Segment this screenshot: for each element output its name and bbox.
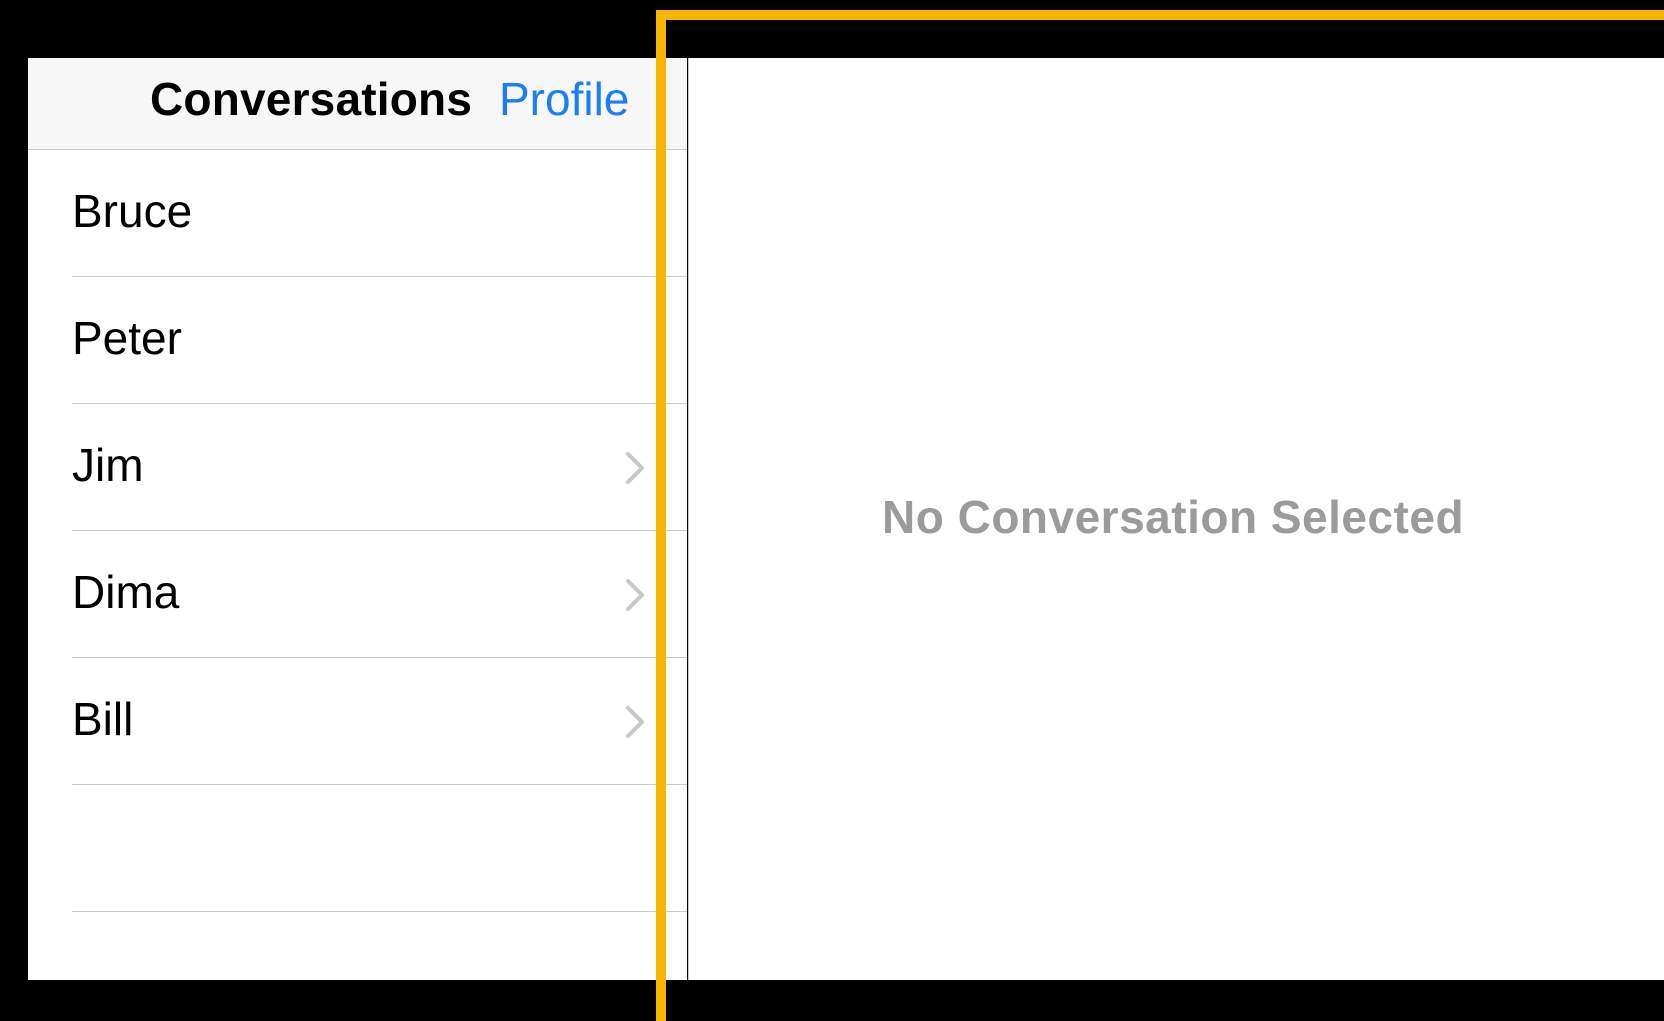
conversation-row-dima[interactable]: Dima — [28, 531, 687, 658]
conversation-name: Dima — [72, 566, 180, 618]
conversations-master-pane: Conversations Profile Bruce Peter Jim Di… — [28, 58, 687, 980]
conversation-name: Jim — [72, 439, 144, 491]
conversation-row-bruce[interactable]: Bruce — [28, 150, 687, 277]
conversation-name: Bruce — [72, 185, 193, 237]
chevron-right-icon — [626, 452, 644, 484]
chevron-right-icon — [626, 579, 644, 611]
conversation-row-bill[interactable]: Bill — [28, 658, 687, 785]
conversation-name: Bill — [72, 693, 134, 745]
conversation-list: Bruce Peter Jim Dima Bill — [28, 150, 687, 912]
conversation-name: Peter — [72, 312, 182, 364]
empty-list-row — [28, 785, 687, 912]
page-title: Conversations — [150, 73, 473, 125]
profile-button[interactable]: Profile — [499, 72, 629, 126]
master-navigation-bar: Conversations Profile — [28, 58, 687, 150]
conversation-row-peter[interactable]: Peter — [28, 277, 687, 404]
conversation-row-jim[interactable]: Jim — [28, 404, 687, 531]
split-view-screen: Conversations Profile Bruce Peter Jim Di… — [0, 0, 1664, 1021]
chevron-right-icon — [626, 706, 644, 738]
empty-state-text: No Conversation Selected — [882, 491, 1465, 543]
conversation-detail-pane: No Conversation Selected — [688, 58, 1664, 980]
